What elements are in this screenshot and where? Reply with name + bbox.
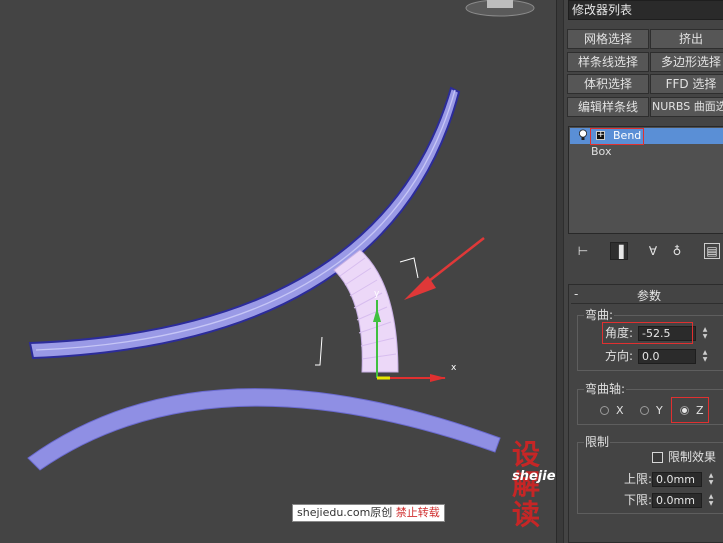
highlight-box-axis-z xyxy=(671,397,709,423)
gizmo-y-label: y xyxy=(374,289,380,299)
bent-plank-upper[interactable] xyxy=(28,86,461,360)
stack-item-bend[interactable]: + Bend xyxy=(570,128,723,145)
mesh-select-button[interactable]: 网格选择 xyxy=(567,29,649,49)
upper-limit-field[interactable]: 0.0mm xyxy=(652,472,702,487)
ffd-select-button[interactable]: FFD 选择 xyxy=(650,74,723,94)
credit-warning: 禁止转载 xyxy=(395,506,440,519)
gizmo-x-label: x xyxy=(451,363,457,373)
lower-limit-field[interactable]: 0.0mm xyxy=(652,493,702,508)
bend-group: 弯曲: 角度: -52.5 ▲ ▼ 方向: 0.0 ▲ ▼ xyxy=(577,309,723,371)
arc-plank-lower[interactable] xyxy=(27,388,501,471)
upper-limit-label: 上限: xyxy=(624,472,653,486)
axis-y-label: Y xyxy=(656,404,663,417)
viewport-scene[interactable]: y x xyxy=(0,0,556,543)
bend-group-title: 弯曲: xyxy=(584,308,615,322)
watermark-logo: 设解读 xyxy=(512,438,540,531)
bend-axis-group: 弯曲轴: X Y Z xyxy=(577,383,723,425)
remove-modifier-icon[interactable]: ♁ xyxy=(668,242,686,260)
poly-select-button[interactable]: 多边形选择 xyxy=(650,52,723,72)
extrude-button[interactable]: 挤出 xyxy=(650,29,723,49)
limits-group-title: 限制 xyxy=(584,435,611,449)
lower-limit-label: 下限: xyxy=(624,493,653,507)
bend-axis-group-title: 弯曲轴: xyxy=(584,382,627,396)
command-panel: 修改器列表 网格选择 挤出 样条线选择 多边形选择 体积选择 FFD 选择 编辑… xyxy=(564,0,723,543)
credit-badge: shejiedu.com原创 禁止转载 xyxy=(292,504,445,522)
limit-effect-checkbox[interactable] xyxy=(652,452,663,463)
angle-spinner[interactable]: ▲ ▼ xyxy=(700,326,710,341)
highlight-box-bend xyxy=(590,128,644,145)
volume-select-button[interactable]: 体积选择 xyxy=(567,74,649,94)
stack-toolbar: ⊢ ▐ ∀ ♁ ▤ xyxy=(564,240,723,262)
spline-select-button[interactable]: 样条线选择 xyxy=(567,52,649,72)
nurbs-surface-select-button[interactable]: NURBS 曲面选择 xyxy=(650,97,723,117)
direction-spinner[interactable]: ▲ ▼ xyxy=(700,349,710,364)
stack-item-box[interactable]: Box xyxy=(591,145,611,159)
collapse-minus-icon[interactable]: - xyxy=(574,287,578,301)
axis-x-label: X xyxy=(616,404,624,417)
modifier-stack[interactable]: + Bend Box xyxy=(568,126,723,234)
axis-y-radio[interactable] xyxy=(640,406,649,415)
watermark-url: shejiedu.com xyxy=(512,469,556,484)
rollout-title: 参数 xyxy=(637,289,662,303)
direction-field[interactable]: 0.0 xyxy=(638,349,696,364)
viewport-perspective[interactable]: y x 设解读 shejiedu.com shejiedu.com原创 禁止转载 xyxy=(0,0,556,543)
limit-effect-label: 限制效果 xyxy=(668,450,717,464)
viewcube-icon[interactable] xyxy=(465,0,535,17)
make-unique-icon[interactable]: ∀ xyxy=(644,242,662,260)
limits-group: 限制 限制效果 上限: 0.0mm ▲ ▼ 下限: 0.0mm ▲ ▼ xyxy=(577,436,723,514)
viewport-panel-divider[interactable] xyxy=(556,0,564,543)
credit-text: shejiedu.com原创 xyxy=(297,506,393,519)
show-end-result-icon[interactable]: ▐ xyxy=(610,242,628,260)
modifier-list-dropdown[interactable]: 修改器列表 xyxy=(568,0,723,20)
axis-x-radio[interactable] xyxy=(600,406,609,415)
selected-bend-object[interactable] xyxy=(333,249,399,373)
lower-limit-spinner[interactable]: ▲ ▼ xyxy=(706,493,716,508)
edit-spline-button[interactable]: 编辑样条线 xyxy=(567,97,649,117)
direction-label: 方向: xyxy=(605,349,634,363)
configure-sets-icon[interactable]: ▤ xyxy=(704,243,720,259)
upper-limit-spinner[interactable]: ▲ ▼ xyxy=(706,472,716,487)
pin-stack-icon[interactable]: ⊢ xyxy=(574,242,592,260)
lightbulb-icon[interactable] xyxy=(578,129,588,141)
highlight-box-angle xyxy=(602,322,693,344)
parameters-rollout: - 参数 弯曲: 角度: -52.5 ▲ ▼ 方向: 0.0 ▲ ▼ 弯曲轴: X … xyxy=(568,284,723,543)
rollout-header[interactable]: - 参数 xyxy=(571,287,723,304)
